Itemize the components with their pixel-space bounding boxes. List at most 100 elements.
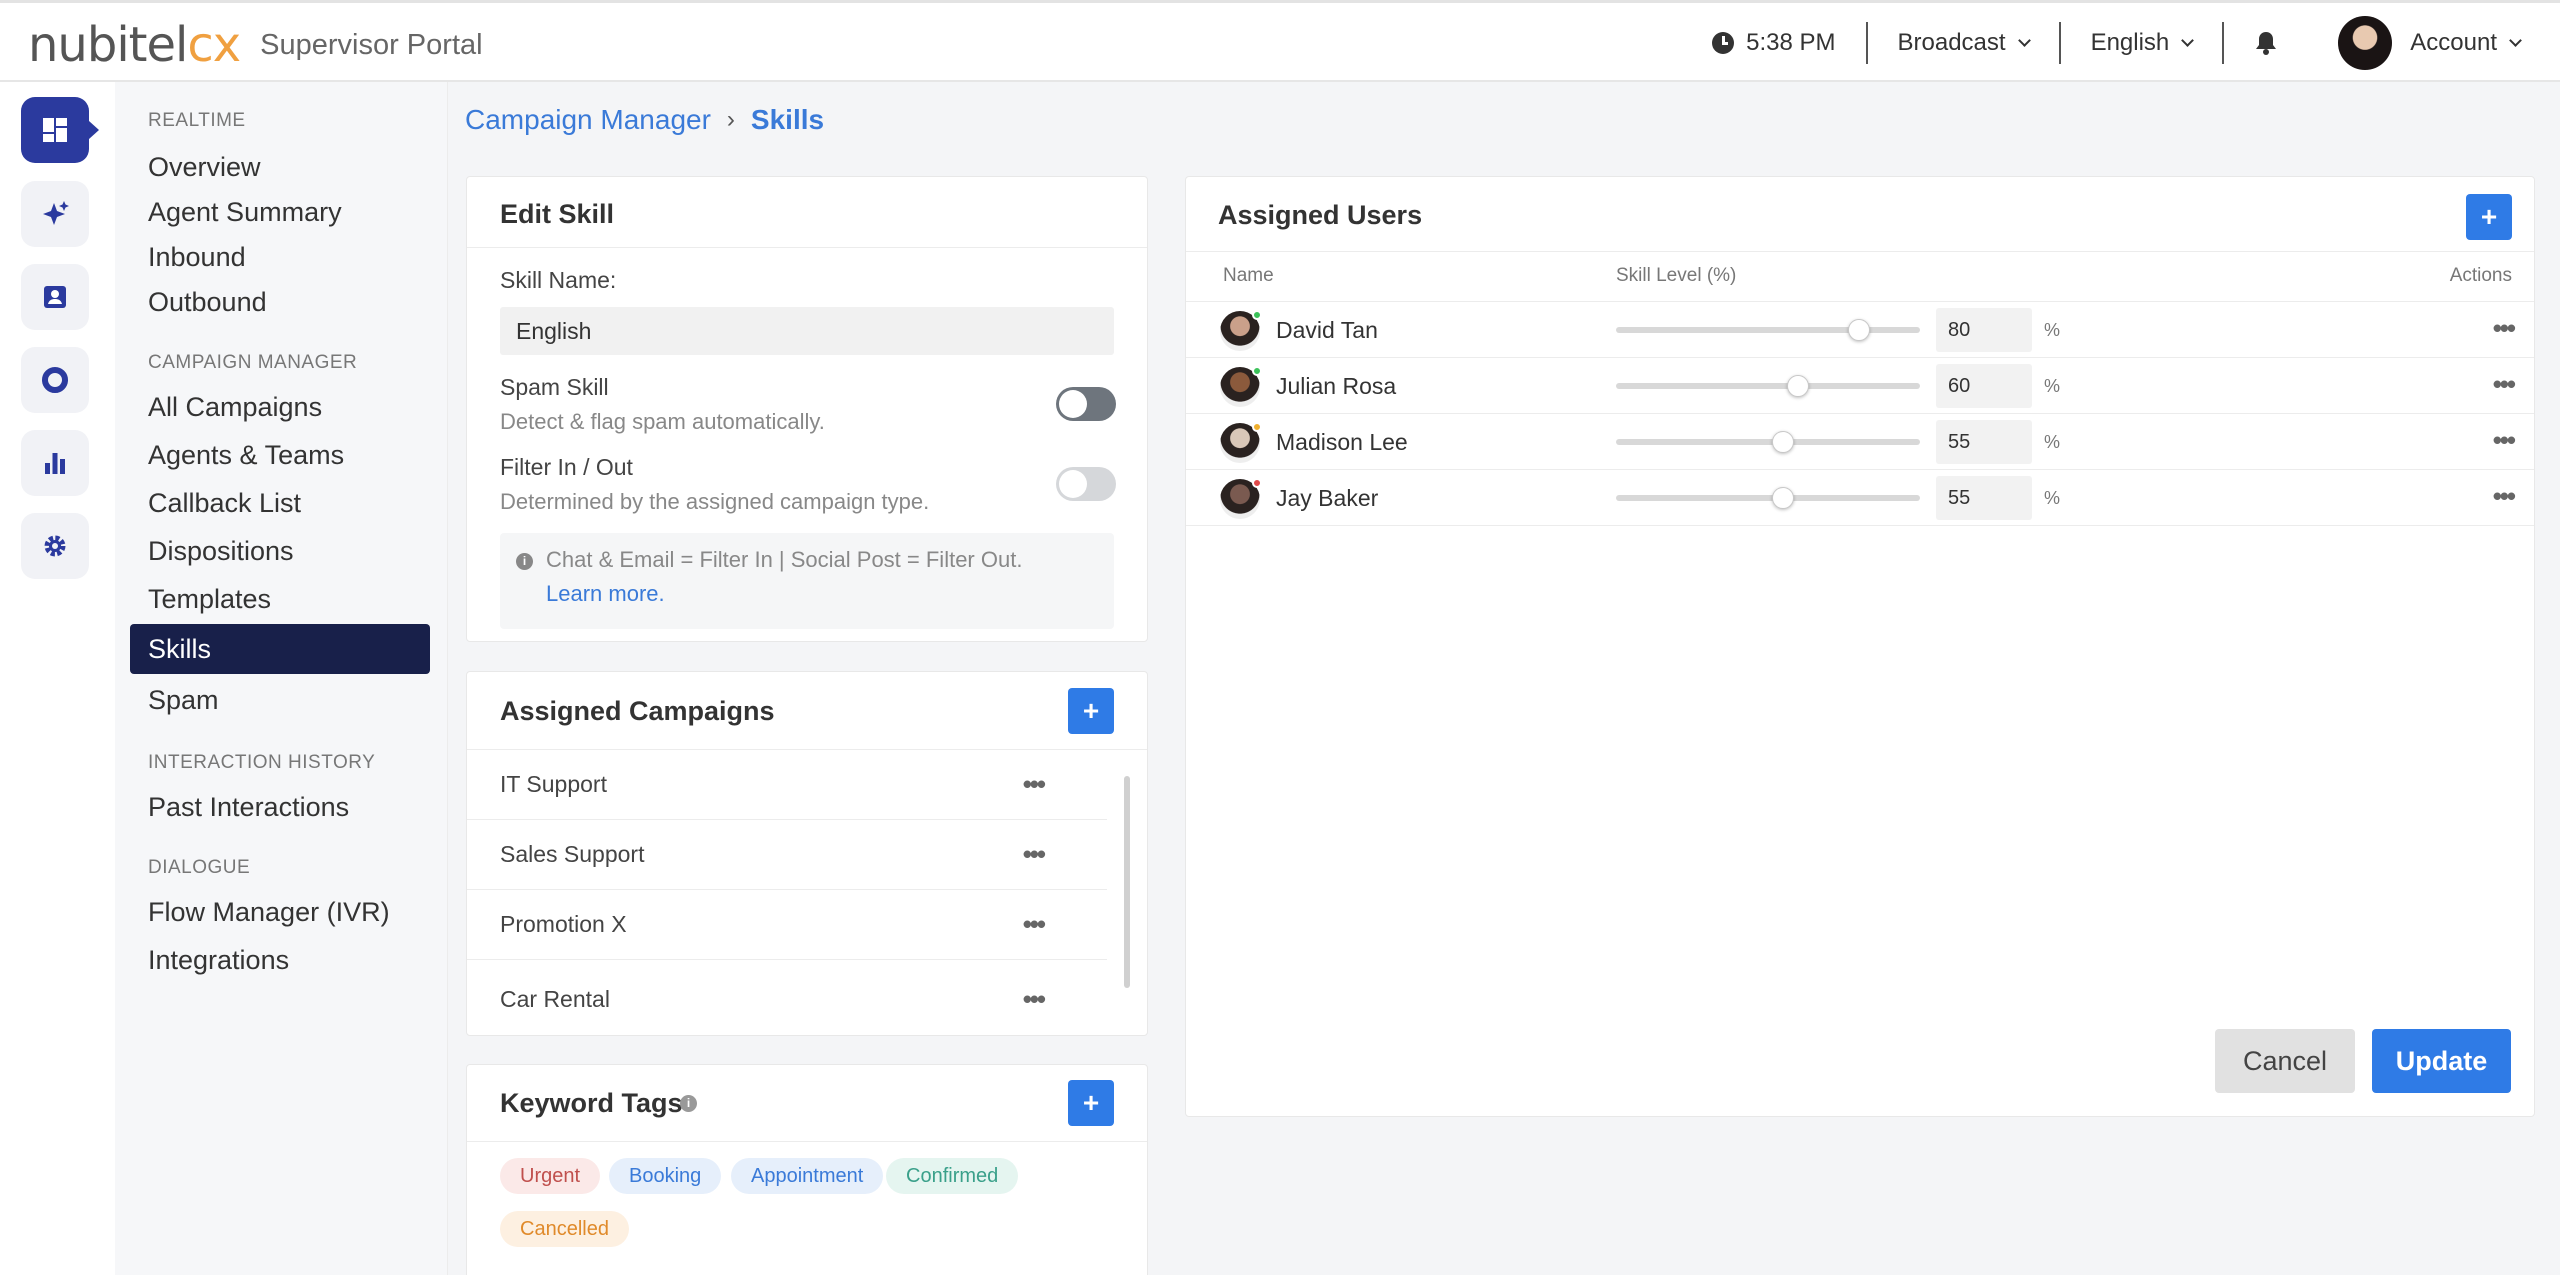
info-icon: i (516, 553, 533, 570)
campaign-row[interactable]: Car Rental ••• (467, 964, 1107, 1034)
sidebar-item-overview[interactable]: Overview (148, 152, 261, 183)
info-icon[interactable]: i (680, 1095, 697, 1112)
analytics-rail-button[interactable] (21, 430, 89, 496)
user-name[interactable]: Julian Rosa (1276, 358, 1396, 414)
skill-level-input[interactable]: 55 (1936, 476, 2032, 520)
percent-sign: % (2044, 432, 2061, 452)
skill-level-input[interactable]: 60 (1936, 364, 2032, 408)
language-menu[interactable]: English (2061, 29, 2223, 57)
update-button[interactable]: Update (2372, 1029, 2511, 1093)
breadcrumb: Campaign Manager › Skills (465, 104, 824, 136)
user-name[interactable]: Madison Lee (1276, 414, 1408, 470)
slider-thumb[interactable] (1772, 431, 1795, 453)
more-icon[interactable]: ••• (2493, 302, 2516, 354)
sidebar-item-all-campaigns[interactable]: All Campaigns (148, 392, 322, 423)
add-campaign-button[interactable]: + (1068, 688, 1114, 734)
status-dot (1252, 478, 1262, 488)
contact-card-icon (44, 286, 66, 308)
skill-level-input[interactable]: 80 (1936, 308, 2032, 352)
user-name[interactable]: David Tan (1276, 302, 1378, 358)
campaigns-scrollbar[interactable] (1124, 776, 1130, 988)
table-row[interactable]: Madison Lee 55% ••• (1186, 414, 2534, 470)
avatar (2338, 16, 2393, 70)
language-label: English (2090, 29, 2170, 56)
campaign-name: Sales Support (500, 841, 645, 867)
spam-skill-label: Spam Skill (500, 374, 609, 400)
user-name[interactable]: Jay Baker (1276, 470, 1378, 526)
info-box: i Chat & Email = Filter In | Social Post… (500, 533, 1114, 629)
table-row[interactable]: David Tan 80% ••• (1186, 302, 2534, 358)
campaign-row[interactable]: Sales Support ••• (467, 820, 1107, 890)
sidebar-item-inbound[interactable]: Inbound (148, 242, 246, 273)
skill-level-slider[interactable] (1616, 375, 1920, 397)
account-menu[interactable]: Account (2308, 16, 2522, 70)
assigned-users-card: Assigned Users + Name Skill Level (%) Ac… (1185, 176, 2535, 1117)
keyword-tag[interactable]: Appointment (731, 1158, 884, 1194)
assigned-users-title: Assigned Users (1218, 200, 1423, 230)
more-icon[interactable]: ••• (1023, 984, 1046, 1015)
edit-skill-card: Edit Skill Skill Name: English Spam Skil… (466, 176, 1148, 642)
skill-level-input[interactable]: 55 (1936, 420, 2032, 464)
settings-rail-button[interactable] (21, 513, 89, 579)
keyword-tags-card: Keyword Tags i + Urgent Booking Appointmen… (466, 1064, 1148, 1275)
sidebar-item-past-interactions[interactable]: Past Interactions (148, 792, 349, 823)
cancel-button[interactable]: Cancel (2215, 1029, 2355, 1093)
add-user-button[interactable]: + (2466, 194, 2512, 240)
breadcrumb-campaign-manager[interactable]: Campaign Manager (465, 104, 711, 136)
dashboard-rail-button[interactable] (21, 97, 99, 163)
logo[interactable]: nubitelcx Supervisor Portal (28, 17, 483, 73)
slider-thumb[interactable] (1848, 319, 1871, 341)
more-icon[interactable]: ••• (1023, 769, 1046, 800)
more-icon[interactable]: ••• (1023, 839, 1046, 870)
skill-name-input[interactable]: English (500, 307, 1114, 355)
campaign-row[interactable]: Promotion X ••• (467, 890, 1107, 960)
percent-sign: % (2044, 320, 2061, 340)
sidebar-item-agents-teams[interactable]: Agents & Teams (148, 440, 344, 471)
ai-rail-button[interactable] (21, 181, 89, 247)
sidebar-item-outbound[interactable]: Outbound (148, 287, 267, 318)
sidebar-section-dialogue: DIALOGUE (148, 857, 251, 878)
slider-thumb[interactable] (1772, 487, 1795, 509)
broadcast-label: Broadcast (1897, 29, 2006, 56)
filter-toggle[interactable] (1056, 467, 1116, 501)
keyword-tag[interactable]: Confirmed (886, 1158, 1019, 1194)
learn-more-link[interactable]: Learn more. (546, 581, 665, 607)
notifications-button[interactable] (2224, 30, 2308, 56)
sidebar-item-templates[interactable]: Templates (148, 584, 271, 615)
reports-rail-button[interactable] (21, 347, 89, 413)
sidebar-section-interaction-history: INTERACTION HISTORY (148, 752, 376, 773)
more-icon[interactable]: ••• (2493, 414, 2516, 466)
spam-skill-description: Detect & flag spam automatically. (500, 409, 825, 434)
broadcast-menu[interactable]: Broadcast (1868, 29, 2059, 57)
campaign-row[interactable]: IT Support ••• (467, 750, 1107, 820)
more-icon[interactable]: ••• (1023, 909, 1046, 940)
sidebar-item-flow-manager[interactable]: Flow Manager (IVR) (148, 897, 390, 928)
top-bar: nubitelcx Supervisor Portal 5:38 PM Broa… (0, 0, 2560, 82)
sidebar-item-spam[interactable]: Spam (148, 685, 219, 716)
keyword-tag[interactable]: Booking (609, 1158, 722, 1194)
current-time: 5:38 PM (1746, 29, 1836, 56)
more-icon[interactable]: ••• (2493, 358, 2516, 410)
contacts-rail-button[interactable] (21, 264, 89, 330)
sidebar-item-integrations[interactable]: Integrations (148, 945, 289, 976)
keyword-tag[interactable]: Urgent (500, 1158, 601, 1194)
sidebar-item-agent-summary[interactable]: Agent Summary (148, 197, 342, 228)
sidebar-item-callback-list[interactable]: Callback List (148, 488, 301, 519)
more-icon[interactable]: ••• (2493, 470, 2516, 522)
percent-sign: % (2044, 376, 2061, 396)
table-row[interactable]: Julian Rosa 60% ••• (1186, 358, 2534, 414)
spam-skill-toggle[interactable] (1056, 387, 1116, 421)
skill-level-slider[interactable] (1616, 487, 1920, 509)
sidebar-item-dispositions[interactable]: Dispositions (148, 536, 294, 567)
sidebar-item-skills[interactable]: Skills (130, 624, 430, 674)
assigned-campaigns-card: Assigned Campaigns + IT Support ••• Sales… (466, 671, 1148, 1036)
breadcrumb-separator: › (726, 106, 735, 133)
status-dot (1252, 310, 1262, 320)
slider-thumb[interactable] (1787, 375, 1810, 397)
skill-level-slider[interactable] (1616, 319, 1920, 341)
portal-name: Supervisor Portal (260, 28, 483, 61)
skill-level-slider[interactable] (1616, 431, 1920, 453)
table-row[interactable]: Jay Baker 55% ••• (1186, 470, 2534, 526)
keyword-tag[interactable]: Cancelled (500, 1211, 629, 1247)
add-tag-button[interactable]: + (1068, 1080, 1114, 1126)
